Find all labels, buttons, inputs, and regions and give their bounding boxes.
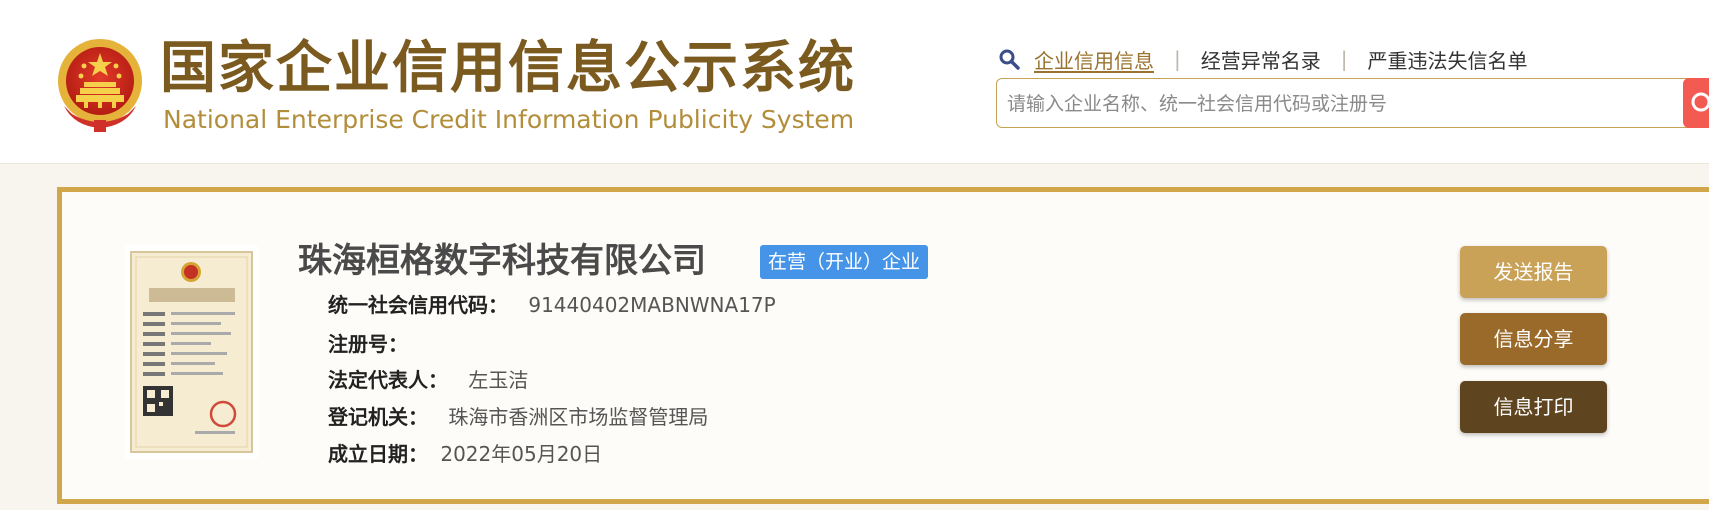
company-name: 珠海桓格数字科技有限公司 (298, 241, 706, 281)
field-establishment-date: 成立日期： 2022年05月20日 (328, 439, 602, 469)
field-value: 91440402MABNWNA17P (528, 293, 776, 317)
search-button[interactable] (1683, 78, 1709, 128)
print-info-button[interactable]: 信息打印 (1460, 381, 1607, 433)
field-legal-representative: 法定代表人： 左玉洁 (328, 365, 528, 395)
site-header: 国家企业信用信息公示系统 National Enterprise Credit … (0, 0, 1709, 164)
field-registration-authority: 登记机关： 珠海市香洲区市场监督管理局 (328, 402, 708, 432)
field-label: 注册号： (328, 332, 408, 356)
status-badge: 在营（开业）企业 (760, 245, 929, 279)
field-registration-number: 注册号： (328, 329, 408, 359)
business-license-icon (125, 246, 258, 458)
top-nav: 企业信用信息 | 经营异常名录 | 严重违法失信名单 (998, 44, 1528, 74)
share-info-button[interactable]: 信息分享 (1460, 313, 1607, 365)
field-label: 法定代表人： (328, 368, 448, 392)
search-box (996, 78, 1696, 129)
site-title-en: National Enterprise Credit Information P… (163, 105, 855, 134)
field-label: 登记机关： (328, 405, 428, 429)
nav-separator: | (1174, 47, 1181, 71)
field-value: 珠海市香洲区市场监督管理局 (448, 405, 709, 429)
national-emblem-icon (58, 39, 142, 132)
send-report-button[interactable]: 发送报告 (1460, 246, 1607, 298)
nav-serious-violation-list[interactable]: 严重违法失信名单 (1368, 45, 1528, 74)
nav-enterprise-credit-info[interactable]: 企业信用信息 (1034, 45, 1154, 74)
nav-abnormal-operation-list[interactable]: 经营异常名录 (1201, 45, 1321, 74)
field-value: 左玉洁 (468, 368, 529, 392)
site-title-cn: 国家企业信用信息公示系统 (160, 36, 856, 101)
search-icon (999, 49, 1020, 70)
search-icon (1691, 92, 1709, 112)
field-value: 2022年05月20日 (440, 442, 603, 466)
field-label: 成立日期： (328, 442, 428, 466)
field-credit-code: 统一社会信用代码： 91440402MABNWNA17P (328, 290, 776, 320)
search-input[interactable] (1005, 79, 1669, 129)
field-label: 统一社会信用代码： (328, 293, 508, 317)
nav-separator: | (1340, 47, 1348, 71)
